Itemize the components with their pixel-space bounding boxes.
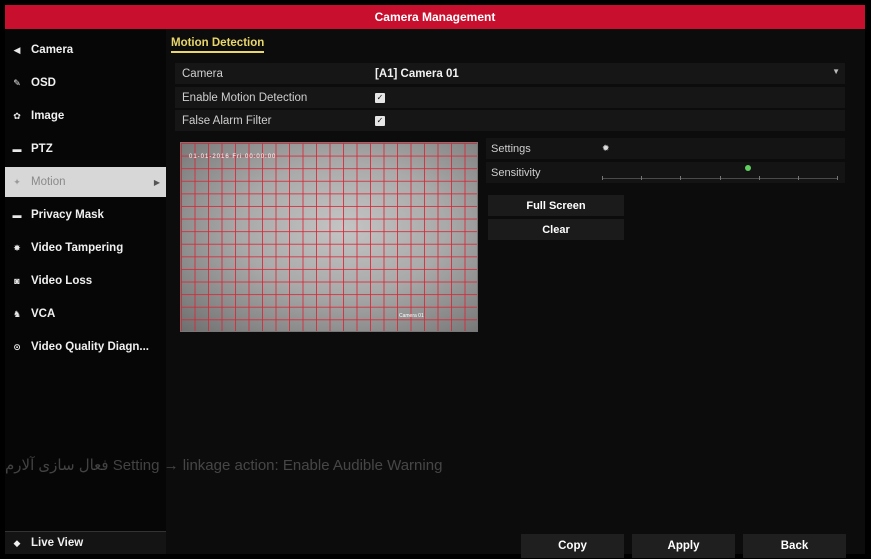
clear-button[interactable]: Clear bbox=[488, 219, 624, 240]
enable-motion-checkbox[interactable]: ✓ bbox=[375, 92, 385, 103]
slider-tick bbox=[837, 176, 838, 180]
sidebar-item-label: Video Tampering bbox=[31, 242, 124, 254]
sidebar: ◀ Camera ✎ OSD ✿ Image ▬ PTZ ✦ Motion ▶ … bbox=[5, 29, 166, 554]
slider-tick bbox=[602, 176, 603, 180]
sidebar-item-video-tampering[interactable]: ✸ Video Tampering bbox=[5, 233, 166, 263]
sensitivity-row: Sensitivity bbox=[486, 162, 845, 183]
chevron-down-icon[interactable]: ▼ bbox=[832, 67, 840, 76]
settings-label: Settings bbox=[491, 142, 531, 155]
sidebar-item-label: Image bbox=[31, 110, 65, 122]
sidebar-item-label: Camera bbox=[31, 44, 74, 56]
settings-row: Settings ✹ bbox=[486, 138, 845, 159]
sidebar-item-label: Video Loss bbox=[31, 275, 93, 287]
sidebar-item-label: PTZ bbox=[31, 143, 53, 155]
camera-select-row: Camera [A1] Camera 01 ▼ bbox=[175, 63, 845, 84]
sidebar-item-video-loss[interactable]: ◙ Video Loss bbox=[5, 266, 166, 296]
window-title: Camera Management bbox=[5, 5, 865, 29]
sidebar-item-osd[interactable]: ✎ OSD bbox=[5, 68, 166, 98]
sidebar-item-label: Privacy Mask bbox=[31, 209, 104, 221]
sidebar-item-vca[interactable]: ♞ VCA bbox=[5, 299, 166, 329]
sidebar-item-label: Motion bbox=[31, 176, 66, 188]
slider-tick bbox=[759, 176, 760, 180]
sidebar-item-label: Video Quality Diagn... bbox=[31, 341, 150, 353]
full-screen-button[interactable]: Full Screen bbox=[488, 195, 624, 216]
palette-icon: ✿ bbox=[13, 110, 21, 121]
ptz-icon: ▬ bbox=[12, 144, 22, 154]
sidebar-item-privacy-mask[interactable]: ▬ Privacy Mask bbox=[5, 200, 166, 230]
mask-icon: ▬ bbox=[12, 210, 22, 220]
apply-button[interactable]: Apply bbox=[632, 534, 735, 558]
false-alarm-checkbox[interactable]: ✓ bbox=[375, 115, 385, 126]
sensitivity-slider[interactable] bbox=[594, 162, 845, 183]
slider-knob[interactable] bbox=[745, 165, 751, 171]
vca-icon: ♞ bbox=[12, 308, 22, 319]
osd-timestamp: 01-01-2016 Fri 00:00:00 bbox=[189, 154, 277, 160]
tamper-icon: ✸ bbox=[13, 242, 21, 253]
tab-motion-detection[interactable]: Motion Detection bbox=[171, 37, 265, 53]
diagnostic-icon: ⊙ bbox=[13, 341, 21, 352]
live-view-button[interactable]: ◆ Live View bbox=[5, 531, 166, 554]
sidebar-item-camera[interactable]: ◀ Camera bbox=[5, 35, 166, 65]
camera-label: Camera bbox=[182, 67, 223, 80]
false-alarm-label: False Alarm Filter bbox=[182, 114, 272, 127]
overlay-annotation: فعال سازی آلارم Setting → linkage action… bbox=[5, 457, 443, 474]
sidebar-item-video-quality-diagnostics[interactable]: ⊙ Video Quality Diagn... bbox=[5, 332, 166, 362]
osd-camera-name: Camera 01 bbox=[399, 313, 424, 319]
video-loss-icon: ◙ bbox=[14, 276, 20, 286]
slider-tick bbox=[641, 176, 642, 180]
live-view-label: Live View bbox=[31, 537, 84, 549]
sidebar-item-image[interactable]: ✿ Image bbox=[5, 101, 166, 131]
brush-icon: ✎ bbox=[13, 77, 21, 88]
sidebar-item-label: OSD bbox=[31, 77, 56, 89]
main-content: Motion Detection Camera [A1] Camera 01 ▼… bbox=[166, 29, 865, 558]
gear-icon[interactable]: ✹ bbox=[594, 143, 610, 154]
camera-icon: ◀ bbox=[13, 44, 21, 55]
live-view-icon: ◆ bbox=[13, 537, 21, 548]
sidebar-item-motion[interactable]: ✦ Motion ▶ bbox=[5, 167, 166, 197]
camera-select[interactable]: [A1] Camera 01 bbox=[375, 68, 845, 80]
chevron-right-icon: ▶ bbox=[153, 177, 160, 187]
motion-area-preview[interactable]: 01-01-2016 Fri 00:00:00 Camera 01 bbox=[180, 142, 478, 332]
sidebar-item-label: VCA bbox=[31, 308, 56, 320]
slider-tick bbox=[720, 176, 721, 180]
enable-motion-row: Enable Motion Detection ✓ bbox=[175, 87, 845, 108]
false-alarm-row: False Alarm Filter ✓ bbox=[175, 110, 845, 131]
slider-tick bbox=[680, 176, 681, 180]
sensitivity-label: Sensitivity bbox=[491, 166, 541, 179]
back-button[interactable]: Back bbox=[743, 534, 846, 558]
camera-management-window: Camera Management ◀ Camera ✎ OSD ✿ Image… bbox=[5, 5, 865, 558]
motion-grid[interactable] bbox=[181, 143, 477, 331]
enable-motion-label: Enable Motion Detection bbox=[182, 91, 308, 104]
slider-tick bbox=[798, 176, 799, 180]
copy-button[interactable]: Copy bbox=[521, 534, 624, 558]
motion-icon: ✦ bbox=[13, 176, 21, 187]
sidebar-item-ptz[interactable]: ▬ PTZ bbox=[5, 134, 166, 164]
